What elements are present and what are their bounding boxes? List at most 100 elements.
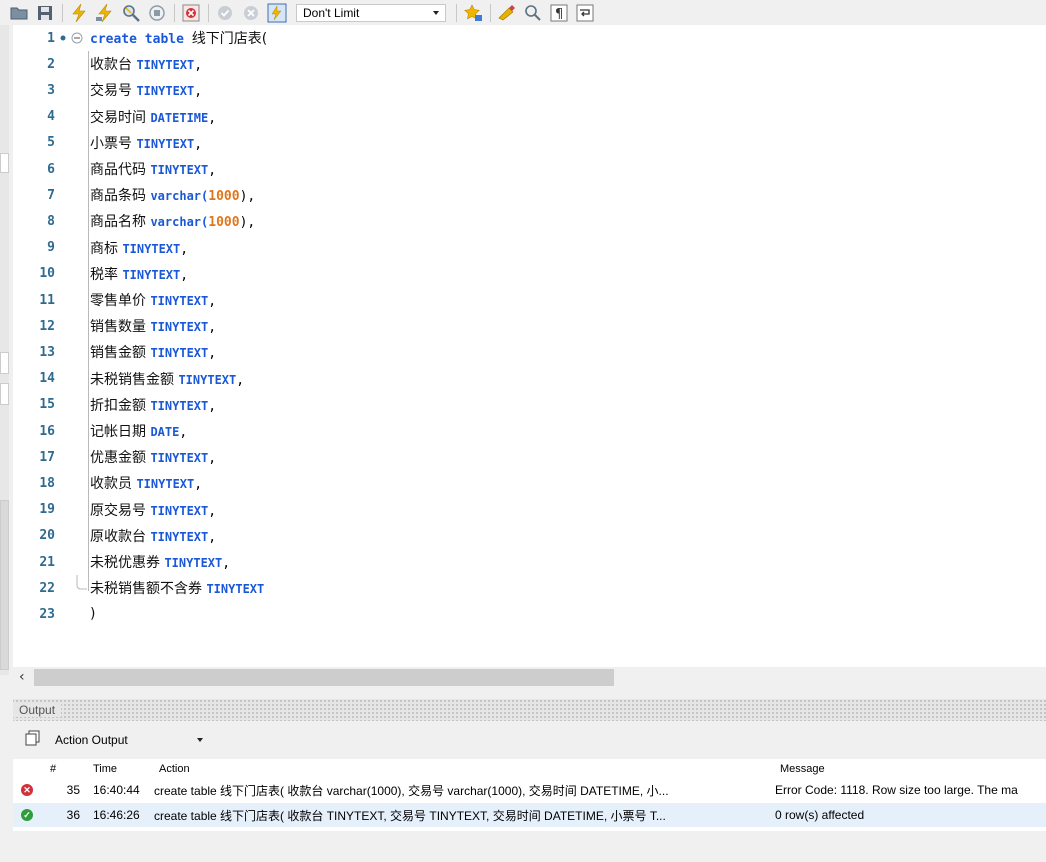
sql-punctuation: , <box>194 84 203 100</box>
code-line[interactable]: 16 记帐日期 DATE, <box>13 418 1046 444</box>
invisible-chars-icon[interactable]: ¶ <box>548 3 570 23</box>
fold-marker-icon <box>60 32 83 44</box>
code-line[interactable]: 10 税率 TINYTEXT, <box>13 261 1046 287</box>
copy-output-icon[interactable] <box>25 730 41 750</box>
beautify-icon[interactable] <box>496 3 518 23</box>
code-line[interactable]: 21 未税优惠券 TINYTEXT, <box>13 549 1046 575</box>
find-icon[interactable] <box>522 3 544 23</box>
column-header-message[interactable]: Message <box>780 759 860 778</box>
success-status-icon: ✓ <box>21 803 37 827</box>
code-line[interactable]: 18 收款员 TINYTEXT, <box>13 470 1046 496</box>
code-text: 收款台 TINYTEXT, <box>90 54 202 74</box>
line-number: 14 <box>39 371 55 387</box>
code-line[interactable]: 14 未税销售金额 TINYTEXT, <box>13 366 1046 392</box>
code-text: 交易号 TINYTEXT, <box>90 80 202 100</box>
sql-punctuation: , <box>208 529 217 545</box>
stop-icon[interactable] <box>146 3 168 23</box>
row-time: 16:46:26 <box>93 808 140 822</box>
toggle-error-icon[interactable] <box>180 3 202 23</box>
sql-type: TINYTEXT <box>136 477 195 492</box>
line-number: 22 <box>39 580 55 596</box>
code-line[interactable]: 12 销售数量 TINYTEXT, <box>13 313 1046 339</box>
code-line[interactable]: 3 交易号 TINYTEXT, <box>13 77 1046 103</box>
row-time: 16:40:44 <box>93 783 140 797</box>
limit-rows-select[interactable]: Don't Limit <box>296 3 446 22</box>
code-text: 折扣金额 TINYTEXT, <box>90 395 216 415</box>
code-line[interactable]: 1 create table 线下门店表( <box>13 25 1046 51</box>
output-row[interactable]: ✓ 36 16:46:26 create table 线下门店表( 收款台 TINYT… <box>13 803 1046 827</box>
code-text: create table 线下门店表( <box>90 28 267 48</box>
sql-identifier: 销售金额 <box>90 345 151 362</box>
autocommit-icon[interactable] <box>266 3 288 23</box>
code-line[interactable]: 17 优惠金额 TINYTEXT, <box>13 444 1046 470</box>
code-text: 销售金额 TINYTEXT, <box>90 342 216 362</box>
output-row[interactable]: ✕ 35 16:40:44 create table 线下门店表( 收款台 varch… <box>13 778 1046 802</box>
column-header-action[interactable]: Action <box>159 759 219 778</box>
line-number: 16 <box>39 423 55 439</box>
open-folder-icon[interactable] <box>8 3 30 23</box>
scrollbar-thumb[interactable] <box>34 669 614 686</box>
toolbar-separator <box>174 3 175 22</box>
code-line[interactable]: 2 收款台 TINYTEXT, <box>13 51 1046 77</box>
line-number: 5 <box>47 135 55 151</box>
sql-number: 1000 <box>208 215 240 231</box>
wrap-icon[interactable] <box>574 3 596 23</box>
code-line[interactable]: 19 原交易号 TINYTEXT, <box>13 497 1046 523</box>
code-line[interactable]: 9 商标 TINYTEXT, <box>13 235 1046 261</box>
sql-type: TINYTEXT <box>150 294 209 308</box>
editor-gutter <box>55 182 90 208</box>
code-line[interactable]: 5 小票号 TINYTEXT, <box>13 130 1046 156</box>
snippet-icon[interactable] <box>462 3 484 23</box>
code-line[interactable]: 23) <box>13 601 1046 627</box>
code-text: 税率 TINYTEXT, <box>90 264 188 284</box>
sql-type: TINYTEXT <box>150 346 209 361</box>
save-icon[interactable] <box>34 3 56 23</box>
explain-icon[interactable] <box>120 3 142 23</box>
sql-punctuation: ), <box>239 215 256 231</box>
row-message: 0 row(s) affected <box>775 808 865 822</box>
sql-type: TINYTEXT <box>150 503 209 518</box>
line-number: 18 <box>39 475 55 491</box>
commit-icon[interactable] <box>214 3 236 23</box>
sql-identifier: 折扣金额 <box>90 397 151 414</box>
code-line[interactable]: 6 商品代码 TINYTEXT, <box>13 156 1046 182</box>
sql-identifier: 未税销售额不含券 <box>90 581 207 598</box>
sql-type: TINYTEXT <box>164 556 223 570</box>
sql-punctuation: , <box>208 320 217 336</box>
code-line[interactable]: 13 销售金额 TINYTEXT, <box>13 339 1046 365</box>
execute-current-icon[interactable] <box>94 3 116 23</box>
line-number: 15 <box>39 397 55 413</box>
column-header-num[interactable]: # <box>50 759 70 778</box>
row-action: create table 线下门店表( 收款台 TINYTEXT, 交易号 TI… <box>154 808 666 823</box>
sql-punctuation: , <box>222 556 231 571</box>
code-line[interactable]: 8 商品名称 varchar(1000), <box>13 208 1046 234</box>
sql-editor[interactable]: 1 create table 线下门店表(2 收款台 TINYTEXT, 3 交易号 T… <box>13 25 1046 667</box>
editor-gutter <box>55 287 90 313</box>
sql-punctuation: , <box>179 425 188 440</box>
sql-punctuation: ), <box>239 189 256 205</box>
editor-horizontal-scrollbar[interactable]: ‹ <box>13 667 1046 688</box>
code-line[interactable]: 20 原收款台 TINYTEXT, <box>13 523 1046 549</box>
code-text: 商品条码 varchar(1000), <box>90 185 255 205</box>
rollback-icon[interactable] <box>240 3 262 23</box>
code-line[interactable]: 4 交易时间 DATETIME, <box>13 104 1046 130</box>
sql-punctuation: , <box>208 294 217 309</box>
editor-gutter <box>55 235 90 261</box>
output-type-select[interactable]: Action Output <box>49 730 209 750</box>
code-text: 记帐日期 DATE, <box>90 421 187 441</box>
code-line[interactable]: 15 折扣金额 TINYTEXT, <box>13 392 1046 418</box>
sidebar-edge-tab <box>0 383 9 405</box>
column-header-time[interactable]: Time <box>93 759 133 778</box>
editor-gutter <box>55 366 90 392</box>
sql-identifier: 商标 <box>90 240 123 257</box>
code-line[interactable]: 22 未税销售额不含券 TINYTEXT <box>13 575 1046 601</box>
code-text: 优惠金额 TINYTEXT, <box>90 447 216 467</box>
sql-punctuation: , <box>208 110 217 126</box>
code-line[interactable]: 7 商品条码 varchar(1000), <box>13 182 1046 208</box>
scroll-left-arrow-icon[interactable]: ‹ <box>19 669 25 685</box>
code-line[interactable]: 11 零售单价 TINYTEXT, <box>13 287 1046 313</box>
line-number: 20 <box>39 528 55 544</box>
output-type-value: Action Output <box>55 733 128 747</box>
line-number: 8 <box>47 213 55 229</box>
execute-icon[interactable] <box>68 3 90 23</box>
